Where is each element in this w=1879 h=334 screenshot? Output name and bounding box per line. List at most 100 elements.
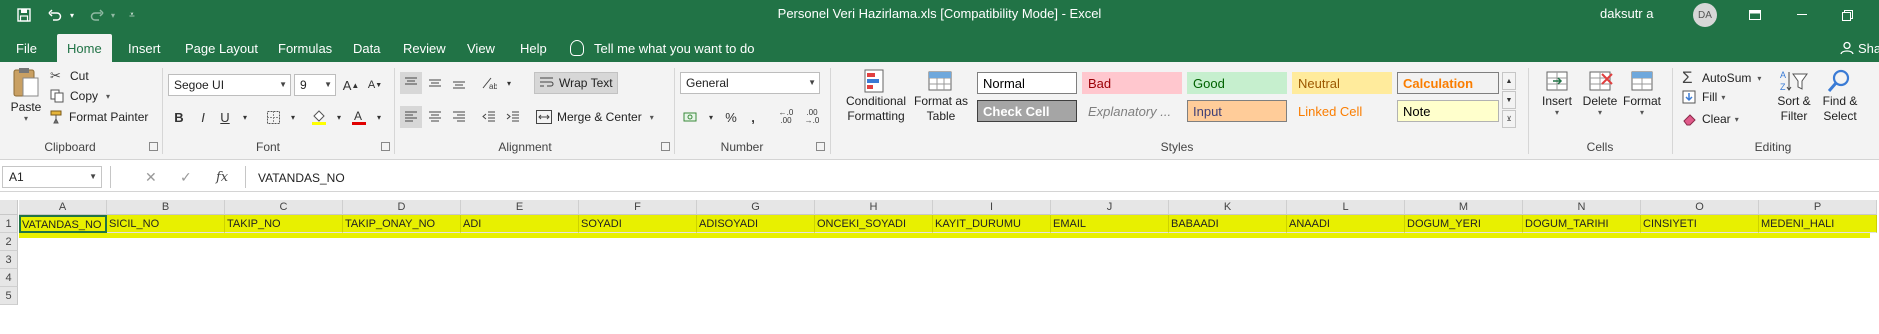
font-name-select[interactable]: Segoe UI ▼ (168, 74, 291, 96)
column-header-g[interactable]: G (697, 200, 815, 215)
tab-insert[interactable]: Insert (118, 34, 171, 62)
tab-file[interactable]: File (6, 34, 47, 62)
tab-page-layout[interactable]: Page Layout (175, 34, 268, 62)
column-header-d[interactable]: D (343, 200, 461, 215)
tab-home[interactable]: Home (57, 34, 112, 62)
currency-dropdown-icon[interactable]: ▾ (700, 106, 722, 128)
style-neutral[interactable]: Neutral (1292, 72, 1392, 94)
decrease-decimal-icon[interactable]: .00 →.0 (800, 106, 824, 128)
clear-button[interactable]: Clear ▾ (1682, 112, 1739, 126)
number-format-select[interactable]: General ▼ (680, 72, 820, 94)
cell-o1[interactable]: CINSIYETI (1641, 215, 1759, 233)
conditional-formatting-button[interactable]: Conditional Formatting (840, 68, 912, 124)
row-header-1[interactable]: 1 (0, 215, 18, 233)
find-select-button[interactable]: Find & Select (1818, 68, 1862, 124)
format-dropdown-icon[interactable]: ▾ (1640, 108, 1644, 117)
cell-d1[interactable]: TAKIP_ONAY_NO (343, 215, 461, 233)
style-input[interactable]: Input (1187, 100, 1287, 122)
borders-icon[interactable] (262, 106, 284, 128)
align-center-icon[interactable] (424, 106, 446, 128)
wrap-text-button[interactable]: Wrap Text (534, 72, 618, 94)
style-explanatory[interactable]: Explanatory ... (1082, 100, 1182, 122)
delete-dropdown-icon[interactable]: ▾ (1598, 108, 1602, 117)
fill-color-icon[interactable] (308, 106, 330, 128)
align-left-icon[interactable] (400, 106, 422, 128)
merge-center-button[interactable]: Merge & Center ▾ (536, 106, 654, 128)
font-size-select[interactable]: 9 ▼ (294, 74, 336, 96)
column-header-m[interactable]: M (1405, 200, 1523, 215)
style-linked-cell[interactable]: Linked Cell (1292, 100, 1392, 122)
column-header-o[interactable]: O (1641, 200, 1759, 215)
column-header-f[interactable]: F (579, 200, 697, 215)
cancel-entry-icon[interactable]: ✕ (145, 166, 157, 188)
cell-l1[interactable]: ANAADI (1287, 215, 1405, 233)
sort-filter-button[interactable]: AZ Sort & Filter (1772, 68, 1816, 124)
cell-j1[interactable]: EMAIL (1051, 215, 1169, 233)
redo-icon[interactable] (86, 4, 108, 26)
tell-me-search[interactable]: Tell me what you want to do (570, 34, 754, 62)
name-box[interactable]: A1 ▼ (2, 166, 102, 188)
merge-dropdown-icon[interactable]: ▾ (650, 113, 654, 122)
customize-qat-icon[interactable]: ⩡ (125, 4, 139, 26)
orientation-dropdown-icon[interactable]: ▾ (498, 72, 520, 94)
tab-formulas[interactable]: Formulas (268, 34, 342, 62)
column-header-j[interactable]: J (1051, 200, 1169, 215)
orientation-icon[interactable]: ab (478, 72, 500, 94)
fill-color-dropdown-icon[interactable]: ▾ (328, 106, 350, 128)
increase-decimal-icon[interactable]: ←.0.00 (774, 106, 798, 128)
row-header-2[interactable]: 2 (0, 233, 18, 251)
avatar[interactable]: DA (1693, 3, 1717, 27)
autosum-button[interactable]: Σ AutoSum ▾ (1682, 68, 1761, 88)
autosum-dropdown-icon[interactable]: ▾ (1757, 74, 1761, 83)
bold-button[interactable]: B (168, 106, 190, 128)
user-name[interactable]: daksutr a (1600, 6, 1653, 21)
row-header-5[interactable]: 5 (0, 287, 18, 305)
style-calculation[interactable]: Calculation (1397, 72, 1499, 94)
copy-button[interactable]: Copy ▾ (50, 89, 110, 103)
align-right-icon[interactable] (448, 106, 470, 128)
undo-dropdown-icon[interactable]: ▾ (67, 4, 77, 26)
column-header-b[interactable]: B (107, 200, 225, 215)
restore-icon[interactable] (1827, 3, 1867, 27)
delete-cells-button[interactable]: Delete ▾ (1578, 68, 1622, 117)
increase-indent-icon[interactable] (502, 106, 524, 128)
save-icon[interactable] (14, 4, 34, 26)
column-header-a[interactable]: A (19, 200, 107, 215)
redo-dropdown-icon[interactable]: ▾ (108, 4, 118, 26)
decrease-font-size-icon[interactable]: A ▼ (364, 74, 386, 96)
font-color-icon[interactable]: A (348, 106, 370, 128)
style-check-cell[interactable]: Check Cell (977, 100, 1077, 122)
increase-font-size-icon[interactable]: A ▲ (340, 74, 362, 96)
paste-button[interactable]: Paste ▾ (8, 66, 44, 123)
style-normal[interactable]: Normal (977, 72, 1077, 94)
column-header-c[interactable]: C (225, 200, 343, 215)
confirm-entry-icon[interactable]: ✓ (180, 166, 192, 188)
cell-m1[interactable]: DOGUM_YERI (1405, 215, 1523, 233)
style-good[interactable]: Good (1187, 72, 1287, 94)
row-header-4[interactable]: 4 (0, 269, 18, 287)
insert-dropdown-icon[interactable]: ▾ (1555, 108, 1559, 117)
column-header-l[interactable]: L (1287, 200, 1405, 215)
styles-scroll-down-icon[interactable]: ▼ (1502, 91, 1516, 109)
underline-dropdown-icon[interactable]: ▾ (234, 106, 256, 128)
align-top-icon[interactable] (400, 72, 422, 94)
cell-e1[interactable]: ADI (461, 215, 579, 233)
column-header-p[interactable]: P (1759, 200, 1877, 215)
column-header-n[interactable]: N (1523, 200, 1641, 215)
insert-function-icon[interactable]: fx (216, 166, 228, 188)
styles-more-icon[interactable]: ⊻ (1502, 110, 1516, 128)
style-note[interactable]: Note (1397, 100, 1499, 122)
cell-h1[interactable]: ONCEKI_SOYADI (815, 215, 933, 233)
formula-input[interactable]: VATANDAS_NO (258, 171, 345, 185)
comma-button[interactable]: , (742, 106, 764, 128)
column-header-e[interactable]: E (461, 200, 579, 215)
format-cells-button[interactable]: Format ▾ (1620, 68, 1664, 117)
align-middle-icon[interactable] (424, 72, 446, 94)
share-button[interactable]: Sha (1840, 34, 1879, 62)
cell-k1[interactable]: BABAADI (1169, 215, 1287, 233)
underline-button[interactable]: U (214, 106, 236, 128)
cut-button[interactable]: ✂ Cut (50, 68, 89, 84)
number-launcher-icon[interactable] (816, 142, 825, 151)
cell-b1[interactable]: SICIL_NO (107, 215, 225, 233)
cell-f1[interactable]: SOYADI (579, 215, 697, 233)
